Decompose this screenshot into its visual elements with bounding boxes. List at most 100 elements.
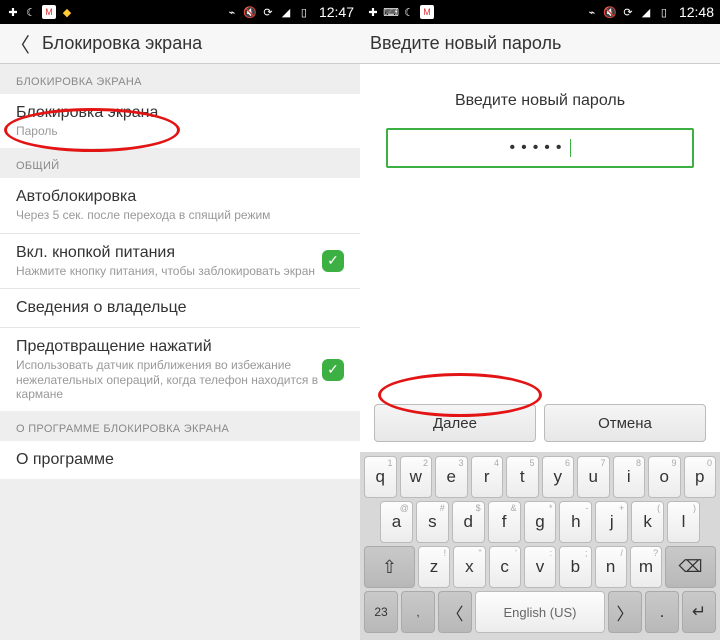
moon-icon: ☾ — [24, 5, 38, 19]
password-input[interactable]: ••••• — [386, 128, 694, 168]
cancel-button[interactable]: Отмена — [544, 404, 706, 442]
header-title: Блокировка экрана — [42, 33, 202, 54]
key-f[interactable]: f& — [488, 501, 521, 543]
key-q[interactable]: q1 — [364, 456, 397, 498]
key-t[interactable]: t5 — [506, 456, 539, 498]
key-a[interactable]: a@ — [380, 501, 413, 543]
settings-lock-screen: ✚ ☾ M ◆ ⌁ 🔇 ⟳ ◢ ▯ 12:47 〈 Блокировка экр… — [0, 0, 360, 640]
key-w[interactable]: w2 — [400, 456, 433, 498]
status-clock: 12:48 — [679, 4, 714, 20]
key-alt-label: ! — [444, 548, 447, 558]
section-lock: БЛОКИРОВКА ЭКРАНА — [0, 64, 360, 94]
text-cursor — [570, 139, 571, 157]
section-general: ОБЩИЙ — [0, 148, 360, 178]
key-alt-label: 9 — [671, 458, 676, 468]
header-title: Введите новый пароль — [370, 33, 561, 54]
next-button[interactable]: Далее — [374, 404, 536, 442]
mail-icon: M — [42, 5, 56, 19]
battery-icon: ▯ — [297, 5, 311, 19]
password-dots: ••••• — [509, 139, 567, 157]
key-b[interactable]: b; — [559, 546, 591, 588]
key-alt-label: 0 — [707, 458, 712, 468]
key-z[interactable]: z! — [418, 546, 450, 588]
key-h[interactable]: h- — [559, 501, 592, 543]
key-r[interactable]: r4 — [471, 456, 504, 498]
app-icon: ◆ — [60, 5, 74, 19]
key-u[interactable]: u7 — [577, 456, 610, 498]
key-n[interactable]: n/ — [595, 546, 627, 588]
key-g[interactable]: g* — [524, 501, 557, 543]
item-prevent-touch[interactable]: Предотвращение нажатий Использовать датч… — [0, 328, 360, 411]
enter-key[interactable]: ↵ — [682, 591, 716, 633]
key-alt-label: 5 — [529, 458, 534, 468]
key-alt-label: 3 — [458, 458, 463, 468]
bluetooth-icon: ⌁ — [585, 5, 599, 19]
key-alt-label: : — [550, 548, 553, 558]
check-icon[interactable]: ✓ — [322, 250, 344, 272]
symbols-key[interactable]: 23 — [364, 591, 398, 633]
section-about: О ПРОГРАММЕ БЛОКИРОВКА ЭКРАНА — [0, 411, 360, 441]
back-icon[interactable]: 〈 — [10, 29, 30, 58]
key-k[interactable]: k( — [631, 501, 664, 543]
sync-icon: ⟳ — [621, 5, 635, 19]
sync-icon: ⟳ — [261, 5, 275, 19]
backspace-key[interactable]: ⌫ — [665, 546, 716, 588]
key-alt-label: # — [440, 503, 445, 513]
prompt-text: Введите новый пароль — [360, 92, 720, 110]
key-alt-label: 4 — [494, 458, 499, 468]
key-e[interactable]: e3 — [435, 456, 468, 498]
wifi-icon: ◢ — [639, 5, 653, 19]
key-o[interactable]: o9 — [648, 456, 681, 498]
mute-icon: 🔇 — [603, 5, 617, 19]
key-alt-label: 2 — [423, 458, 428, 468]
item-about[interactable]: О программе — [0, 441, 360, 479]
key-alt-label: " — [478, 548, 481, 558]
key-alt-label: ) — [693, 503, 696, 513]
shift-key[interactable]: ⇧ — [364, 546, 415, 588]
item-owner-info[interactable]: Сведения о владельце — [0, 289, 360, 328]
status-clock: 12:47 — [319, 4, 354, 20]
mute-icon: 🔇 — [243, 5, 257, 19]
key-m[interactable]: m? — [630, 546, 662, 588]
item-lock-sub: Пароль — [16, 124, 344, 138]
key-s[interactable]: s# — [416, 501, 449, 543]
key-x[interactable]: x" — [453, 546, 485, 588]
mail-icon: M — [420, 5, 434, 19]
item-lock-title: Блокировка экрана — [16, 104, 344, 122]
key-alt-label: - — [585, 503, 588, 513]
key-v[interactable]: v: — [524, 546, 556, 588]
key-alt-label: + — [619, 503, 624, 513]
key-y[interactable]: y6 — [542, 456, 575, 498]
item-power-lock[interactable]: Вкл. кнопкой питания Нажмите кнопку пита… — [0, 234, 360, 289]
period-key[interactable]: . — [645, 591, 679, 633]
battery-icon: ▯ — [657, 5, 671, 19]
key-alt-label: ; — [585, 548, 588, 558]
key-d[interactable]: d$ — [452, 501, 485, 543]
enter-password-screen: ✚ ⌨ ☾ M ⌁ 🔇 ⟳ ◢ ▯ 12:48 Введите новый па… — [360, 0, 720, 640]
key-alt-label: 1 — [387, 458, 392, 468]
right-arrow-key[interactable]: 〉 — [608, 591, 642, 633]
keyboard: q1w2e3r4t5y6u7i8o9p0 a@s#d$f&g*h-j+k(l) … — [360, 452, 720, 640]
key-alt-label: ( — [657, 503, 660, 513]
key-alt-label: ' — [515, 548, 517, 558]
lang-key[interactable]: , — [401, 591, 435, 633]
left-arrow-key[interactable]: 〈 — [438, 591, 472, 633]
key-p[interactable]: p0 — [684, 456, 717, 498]
item-autolock[interactable]: Автоблокировка Через 5 сек. после перехо… — [0, 178, 360, 233]
keyboard-icon: ⌨ — [384, 5, 398, 19]
key-l[interactable]: l) — [667, 501, 700, 543]
key-c[interactable]: c' — [489, 546, 521, 588]
key-alt-label: $ — [476, 503, 481, 513]
wifi-icon: ◢ — [279, 5, 293, 19]
key-j[interactable]: j+ — [595, 501, 628, 543]
item-lock-screen[interactable]: Блокировка экрана Пароль — [0, 94, 360, 148]
key-alt-label: 7 — [600, 458, 605, 468]
backspace-icon: ⌫ — [679, 557, 703, 577]
check-icon[interactable]: ✓ — [322, 359, 344, 381]
key-alt-label: & — [511, 503, 517, 513]
plus-icon: ✚ — [366, 5, 380, 19]
key-i[interactable]: i8 — [613, 456, 646, 498]
space-key[interactable]: English (US) — [475, 591, 605, 633]
key-alt-label: ? — [653, 548, 658, 558]
status-bar: ✚ ⌨ ☾ M ⌁ 🔇 ⟳ ◢ ▯ 12:48 — [360, 0, 720, 24]
